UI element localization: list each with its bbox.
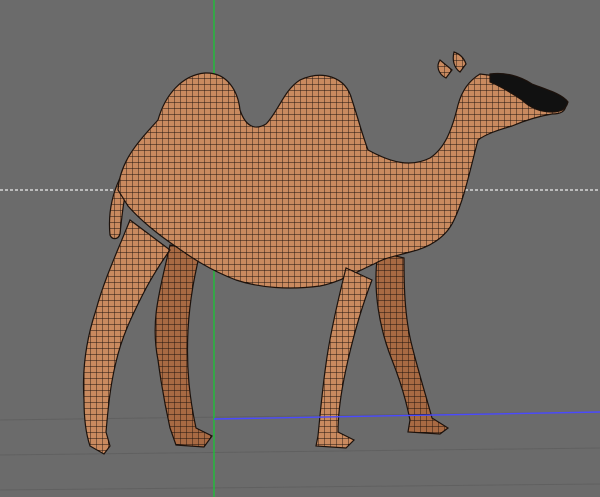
3d-viewport[interactable] <box>0 0 600 497</box>
viewport-canvas[interactable] <box>0 0 600 497</box>
